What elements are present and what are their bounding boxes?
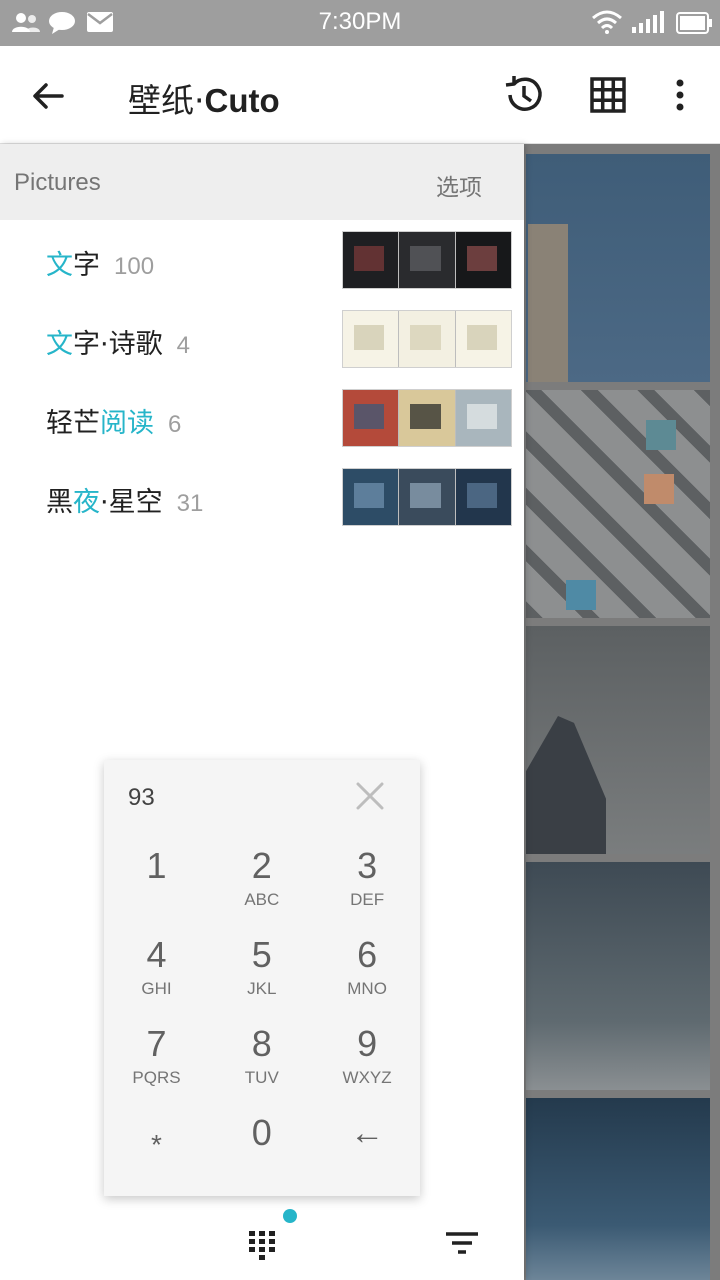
- battery-icon: [676, 12, 712, 34]
- app-bar: 壁纸·Cuto: [0, 46, 720, 144]
- key-2[interactable]: 2 ABC: [209, 840, 314, 926]
- list-item[interactable]: 文字 100: [0, 221, 524, 299]
- list-item-name-part: 字·诗歌: [73, 329, 163, 360]
- wallpaper-tile: [526, 1098, 710, 1280]
- more-vert-icon[interactable]: [658, 73, 702, 117]
- wallpaper-grid-background: [524, 144, 720, 1280]
- key-digit: 8: [251, 1023, 272, 1064]
- key-0[interactable]: 0: [209, 1107, 314, 1193]
- key-digit: 2: [251, 845, 272, 886]
- list-item-thumbnail: [342, 310, 512, 368]
- status-bar: 7:30PM: [0, 0, 720, 46]
- key-digit: ←: [350, 1114, 385, 1152]
- page-title-latin: Cuto: [204, 82, 280, 119]
- list-item-name: 轻芒阅读 6: [46, 401, 181, 440]
- list-item-thumbnail: [342, 468, 512, 526]
- wallpaper-tile: [526, 862, 710, 1090]
- key-letters: WXYZ: [342, 1068, 392, 1087]
- key-backspace[interactable]: ←: [315, 1107, 420, 1193]
- list-item-count: 31: [176, 490, 204, 517]
- key-digit: *: [151, 1129, 162, 1160]
- key-star[interactable]: *: [104, 1107, 209, 1193]
- list-item-name-part: 文: [46, 250, 73, 281]
- key-digit: 4: [146, 934, 167, 975]
- grid-view-icon[interactable]: [586, 73, 630, 117]
- list-item[interactable]: 黑夜·星空 31: [0, 458, 524, 536]
- key-digit: 1: [146, 845, 167, 886]
- list-item-name-part: 夜: [73, 487, 100, 518]
- list-item[interactable]: 文字·诗歌 4: [0, 300, 524, 378]
- key-8[interactable]: 8 TUV: [209, 1018, 314, 1104]
- signal-icon: [632, 11, 664, 33]
- list-item-count: 4: [176, 332, 190, 359]
- page-title-cn: 壁纸·: [128, 81, 205, 120]
- options-button[interactable]: 选项: [436, 168, 482, 202]
- list-item-thumbnail: [342, 389, 512, 447]
- key-letters: GHI: [141, 979, 172, 998]
- key-digit: 5: [251, 934, 272, 975]
- key-letters: PQRS: [132, 1068, 181, 1087]
- list-item-name: 黑夜·星空 31: [46, 480, 203, 519]
- list-item-name-part: 字: [73, 250, 100, 281]
- list-item[interactable]: 轻芒阅读 6: [0, 379, 524, 457]
- wifi-icon: [592, 10, 622, 34]
- filter-icon[interactable]: [444, 1228, 480, 1260]
- key-3[interactable]: 3 DEF: [315, 840, 420, 926]
- key-digit: 9: [357, 1023, 378, 1064]
- key-letters: ABC: [244, 890, 280, 909]
- key-digit: 0: [251, 1112, 272, 1153]
- wallpaper-tile: [526, 154, 710, 382]
- key-4[interactable]: 4 GHI: [104, 929, 209, 1015]
- list-item-count: 6: [168, 411, 182, 438]
- list-item-name-part: ·星空: [100, 487, 163, 518]
- list-item-name: 文字 100: [46, 243, 154, 282]
- key-5[interactable]: 5 JKL: [209, 929, 314, 1015]
- notification-dot: [283, 1209, 297, 1223]
- list-item-name-part: 阅读: [100, 408, 154, 439]
- panel-header-title: Pictures: [14, 169, 101, 196]
- list-item-thumbnail: [342, 231, 512, 289]
- key-letters: JKL: [247, 979, 277, 998]
- list-item-name: 文字·诗歌 4: [46, 322, 190, 361]
- list-item-name-part: 黑: [46, 487, 73, 518]
- key-letters: TUV: [244, 1068, 279, 1087]
- list-item-name-part: 轻芒: [46, 408, 100, 439]
- dialpad-toggle-icon[interactable]: [244, 1226, 280, 1262]
- key-digit: 7: [146, 1023, 167, 1064]
- key-digit: 3: [357, 845, 378, 886]
- close-icon[interactable]: [354, 780, 386, 812]
- panel-header: Pictures 选项: [0, 144, 524, 220]
- arrow-left-icon[interactable]: [26, 74, 70, 118]
- list-item-count: 100: [114, 253, 155, 280]
- key-6[interactable]: 6 MNO: [315, 929, 420, 1015]
- key-9[interactable]: 9 WXYZ: [315, 1018, 420, 1104]
- page-title: 壁纸·Cuto: [128, 74, 280, 122]
- dialpad: 93 1 2 ABC 3 DEF 4 GHI 5 JKL 6 MNO 7 PQRS 8 TUV 9 WXYZ * 0…: [104, 760, 420, 1196]
- wallpaper-tile: [526, 390, 710, 618]
- key-1[interactable]: 1: [104, 840, 209, 926]
- dialpad-input[interactable]: 93: [128, 784, 155, 812]
- key-letters: DEF: [350, 890, 385, 909]
- key-7[interactable]: 7 PQRS: [104, 1018, 209, 1104]
- key-digit: 6: [357, 934, 378, 975]
- list-item-name-part: 文: [46, 329, 73, 360]
- history-icon[interactable]: [502, 73, 546, 117]
- key-letters: MNO: [347, 979, 387, 998]
- wallpaper-tile: [526, 626, 710, 854]
